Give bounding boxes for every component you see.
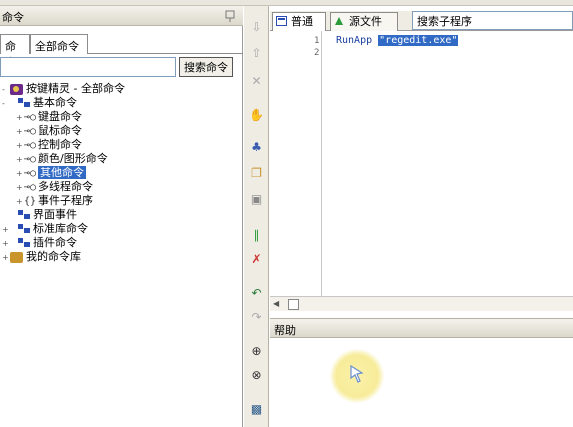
- group-icon: [18, 238, 30, 248]
- command-panel-title-bar: 命令: [0, 6, 243, 26]
- tree-node-label: 鼠标命令: [38, 124, 83, 137]
- expand-icon[interactable]: +: [16, 125, 24, 139]
- command-tabs: 命令 全部命令: [0, 32, 243, 69]
- mouse-cursor-icon: [350, 365, 364, 383]
- tree-node-label: 界面事件: [33, 208, 77, 221]
- normal-view-icon: [276, 16, 287, 26]
- paint-icon[interactable]: ♣: [249, 140, 264, 155]
- copy-icon[interactable]: ❐: [249, 166, 264, 181]
- tree-node-event-sub[interactable]: +{} 事件子程序: [16, 194, 93, 208]
- image-icon[interactable]: ▩: [249, 402, 264, 417]
- tab-label: 普通: [291, 15, 313, 28]
- collapse-icon[interactable]: -: [2, 83, 10, 97]
- tree-node-other[interactable]: +⊸○ 其他命令: [16, 166, 87, 181]
- tab-all-commands[interactable]: 全部命令: [30, 34, 88, 54]
- tree-node-label: 我的命令库: [26, 250, 81, 263]
- leaf-icon: ⊸○: [24, 154, 37, 165]
- tree-node-root[interactable]: - 按键精灵 - 全部命令: [2, 82, 125, 96]
- tree-node-multithread[interactable]: +⊸○ 多线程命令: [16, 180, 93, 194]
- undo-icon[interactable]: ↶: [249, 286, 264, 301]
- arrow-up-icon[interactable]: ⇧: [249, 46, 264, 61]
- horizontal-scrollbar[interactable]: ◀: [270, 296, 573, 311]
- tree-node-my-library[interactable]: + 我的命令库: [2, 250, 81, 264]
- tree-node-label: 事件子程序: [38, 194, 94, 207]
- expand-icon[interactable]: +: [2, 251, 10, 265]
- find-icon[interactable]: ⊕: [249, 344, 264, 359]
- tab-normal[interactable]: 普通: [272, 12, 326, 31]
- tree-node-keyboard[interactable]: +⊸○ 键盘命令: [16, 110, 82, 124]
- code-string: "regedit.exe": [378, 35, 459, 46]
- redo-icon[interactable]: ↷: [249, 310, 264, 325]
- tree-node-ui-events[interactable]: 界面事件: [2, 208, 77, 222]
- tree-node-stdlib[interactable]: + 标准库命令: [2, 222, 88, 236]
- source-file-icon: [335, 17, 343, 25]
- tree-node-label: 多线程命令: [38, 180, 94, 193]
- expand-icon[interactable]: +: [16, 195, 24, 209]
- find-next-icon[interactable]: ⊗: [249, 368, 264, 383]
- tree-node-control[interactable]: +⊸○ 控制命令: [16, 138, 82, 152]
- vertical-toolbar: ⇩ ⇧ ✕ ✋ ♣ ❐ ▣ ∥ ✗ ↶ ↷ ⊕ ⊗ ▩: [244, 6, 269, 427]
- leaf-icon: ⊸○: [24, 126, 37, 137]
- unlink-icon[interactable]: ✗: [249, 252, 264, 267]
- leaf-icon: ⊸○: [24, 182, 37, 193]
- library-icon: [10, 251, 23, 263]
- tab-label: 源文件: [349, 15, 382, 28]
- tab-source-file[interactable]: 源文件: [330, 12, 398, 31]
- group-icon: [18, 224, 30, 234]
- root-icon: [10, 83, 23, 95]
- tree-node-label: 控制命令: [38, 138, 83, 151]
- link-icon[interactable]: ∥: [249, 228, 264, 243]
- tree-node-label: 颜色/图形命令: [38, 152, 108, 165]
- line-number-gutter: 1 2: [270, 31, 322, 296]
- tree-node-color[interactable]: +⊸○ 颜色/图形命令: [16, 152, 108, 166]
- tree-node-label: 按键精灵 - 全部命令: [26, 82, 125, 95]
- expand-icon[interactable]: +: [16, 167, 24, 181]
- expand-icon[interactable]: +: [2, 223, 10, 237]
- expand-icon[interactable]: +: [2, 237, 10, 251]
- collapse-icon[interactable]: -: [2, 97, 10, 111]
- group-icon: [18, 98, 30, 108]
- arrow-down-icon[interactable]: ⇩: [249, 20, 264, 35]
- tree-node-basic[interactable]: - 基本命令: [2, 96, 77, 110]
- code-line-1[interactable]: RunApp "regedit.exe": [336, 35, 459, 46]
- help-panel-body: [270, 338, 573, 427]
- tree-node-label: 标准库命令: [33, 222, 88, 235]
- scroll-left-icon[interactable]: ◀: [273, 299, 279, 308]
- delete-icon[interactable]: ✕: [249, 74, 264, 89]
- command-search-row: 搜索命令: [0, 57, 243, 77]
- tab-commands[interactable]: 命令: [0, 34, 30, 69]
- leaf-icon: ⊸○: [24, 112, 37, 123]
- command-panel-title: 命令: [2, 11, 24, 24]
- tree-node-plugins[interactable]: + 插件命令: [2, 236, 77, 250]
- expand-icon[interactable]: +: [16, 139, 24, 153]
- expand-icon[interactable]: +: [16, 153, 24, 167]
- pin-icon[interactable]: [223, 9, 237, 22]
- paste-icon[interactable]: ▣: [249, 192, 264, 207]
- tree-node-label: 其他命令: [38, 166, 87, 179]
- leaf-icon: ⊸○: [24, 168, 37, 179]
- expand-icon[interactable]: +: [16, 181, 24, 195]
- editor-tab-bar: 普通 源文件: [270, 11, 573, 31]
- line-number: 2: [314, 48, 320, 58]
- expand-icon[interactable]: +: [16, 111, 24, 125]
- tree-node-label: 基本命令: [33, 96, 77, 109]
- brace-icon: {}: [24, 196, 37, 207]
- code-keyword: RunApp: [336, 35, 373, 46]
- tree-node-mouse[interactable]: +⊸○ 鼠标命令: [16, 124, 82, 138]
- hand-icon[interactable]: ✋: [249, 108, 264, 123]
- group-icon: [18, 210, 30, 220]
- subroutine-search-input[interactable]: [412, 11, 573, 30]
- line-number: 1: [314, 36, 320, 46]
- search-command-button[interactable]: 搜索命令: [179, 57, 233, 77]
- code-editor[interactable]: RunApp "regedit.exe": [324, 31, 573, 296]
- tree-node-label: 插件命令: [33, 236, 77, 249]
- help-panel-title: 帮助: [270, 318, 573, 338]
- scroll-thumb[interactable]: [288, 299, 299, 310]
- tree-node-label: 键盘命令: [38, 110, 83, 123]
- command-search-input[interactable]: [0, 57, 176, 77]
- leaf-icon: ⊸○: [24, 140, 37, 151]
